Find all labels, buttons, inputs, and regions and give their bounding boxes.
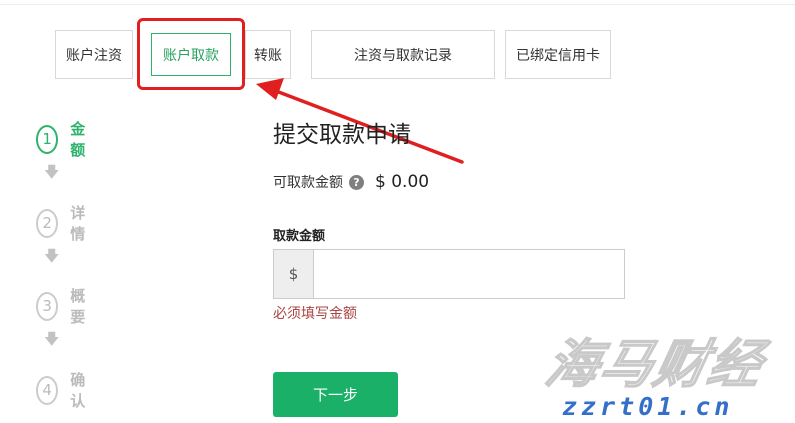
arrow-down-icon: 🡇 bbox=[44, 247, 60, 265]
currency-addon: $ bbox=[274, 250, 314, 298]
next-step-button[interactable]: 下一步 bbox=[273, 372, 398, 417]
help-icon[interactable]: ? bbox=[349, 174, 364, 190]
step-label: 金额 bbox=[70, 120, 86, 159]
available-balance-row: 可取款金额 ? $ 0.00 bbox=[273, 172, 429, 192]
step-amount: 1 金额 bbox=[36, 118, 92, 160]
balance-label: 可取款金额 bbox=[273, 175, 343, 191]
arrow-down-icon: 🡇 bbox=[44, 163, 60, 181]
watermark-url: zzrt01.cn bbox=[562, 392, 734, 421]
step-label: 确认 bbox=[70, 371, 86, 410]
step-number: 4 bbox=[36, 375, 59, 405]
arrow-down-icon: 🡇 bbox=[44, 330, 60, 348]
amount-input[interactable] bbox=[314, 250, 624, 298]
amount-error-message: 必须填写金额 bbox=[273, 306, 357, 322]
step-summary: 3 概要 bbox=[36, 285, 92, 327]
step-label: 概要 bbox=[70, 287, 86, 326]
amount-input-group: $ bbox=[273, 249, 625, 299]
page-title: 提交取款申请 bbox=[273, 122, 411, 148]
step-number: 2 bbox=[36, 208, 59, 238]
watermark-logo-text: 海马财经 bbox=[540, 334, 770, 396]
step-number: 1 bbox=[36, 124, 59, 154]
step-confirm: 4 确认 bbox=[36, 369, 92, 411]
balance-value: $ 0.00 bbox=[375, 172, 430, 192]
step-number: 3 bbox=[36, 291, 59, 321]
amount-field-label: 取款金额 bbox=[273, 229, 326, 244]
step-details: 2 详情 bbox=[36, 202, 92, 244]
step-label: 详情 bbox=[70, 204, 86, 243]
